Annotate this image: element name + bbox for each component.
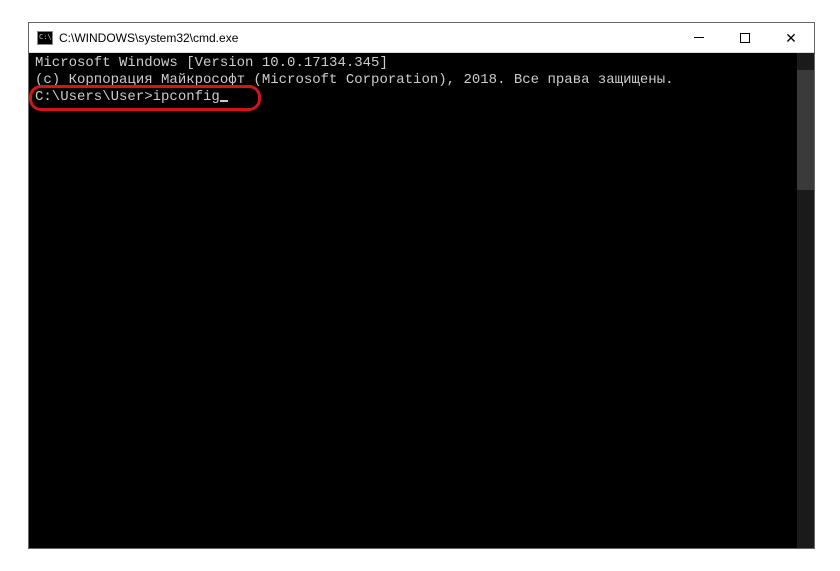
prompt-path: C:\Users\User> bbox=[35, 89, 153, 105]
cmd-window: C:\WINDOWS\system32\cmd.exe ✕ Microsoft … bbox=[28, 22, 815, 549]
terminal-area[interactable]: Microsoft Windows [Version 10.0.17134.34… bbox=[29, 53, 814, 548]
version-line: Microsoft Windows [Version 10.0.17134.34… bbox=[35, 55, 791, 72]
titlebar[interactable]: C:\WINDOWS\system32\cmd.exe ✕ bbox=[29, 23, 814, 53]
maximize-icon bbox=[740, 33, 750, 43]
terminal-content[interactable]: Microsoft Windows [Version 10.0.17134.34… bbox=[29, 53, 797, 548]
window-controls: ✕ bbox=[676, 23, 814, 52]
cmd-icon bbox=[37, 31, 53, 45]
scrollbar[interactable] bbox=[797, 53, 814, 548]
copyright-line: (c) Корпорация Майкрософт (Microsoft Cor… bbox=[35, 72, 791, 89]
prompt-line: C:\Users\User>ipconfig bbox=[35, 89, 791, 106]
minimize-button[interactable] bbox=[676, 23, 722, 52]
maximize-button[interactable] bbox=[722, 23, 768, 52]
close-button[interactable]: ✕ bbox=[768, 23, 814, 52]
close-icon: ✕ bbox=[785, 31, 797, 45]
command-input[interactable]: ipconfig bbox=[153, 89, 220, 105]
minimize-icon bbox=[694, 37, 704, 38]
window-title: C:\WINDOWS\system32\cmd.exe bbox=[59, 31, 238, 45]
cursor bbox=[220, 100, 228, 102]
scrollbar-thumb[interactable] bbox=[797, 70, 814, 190]
